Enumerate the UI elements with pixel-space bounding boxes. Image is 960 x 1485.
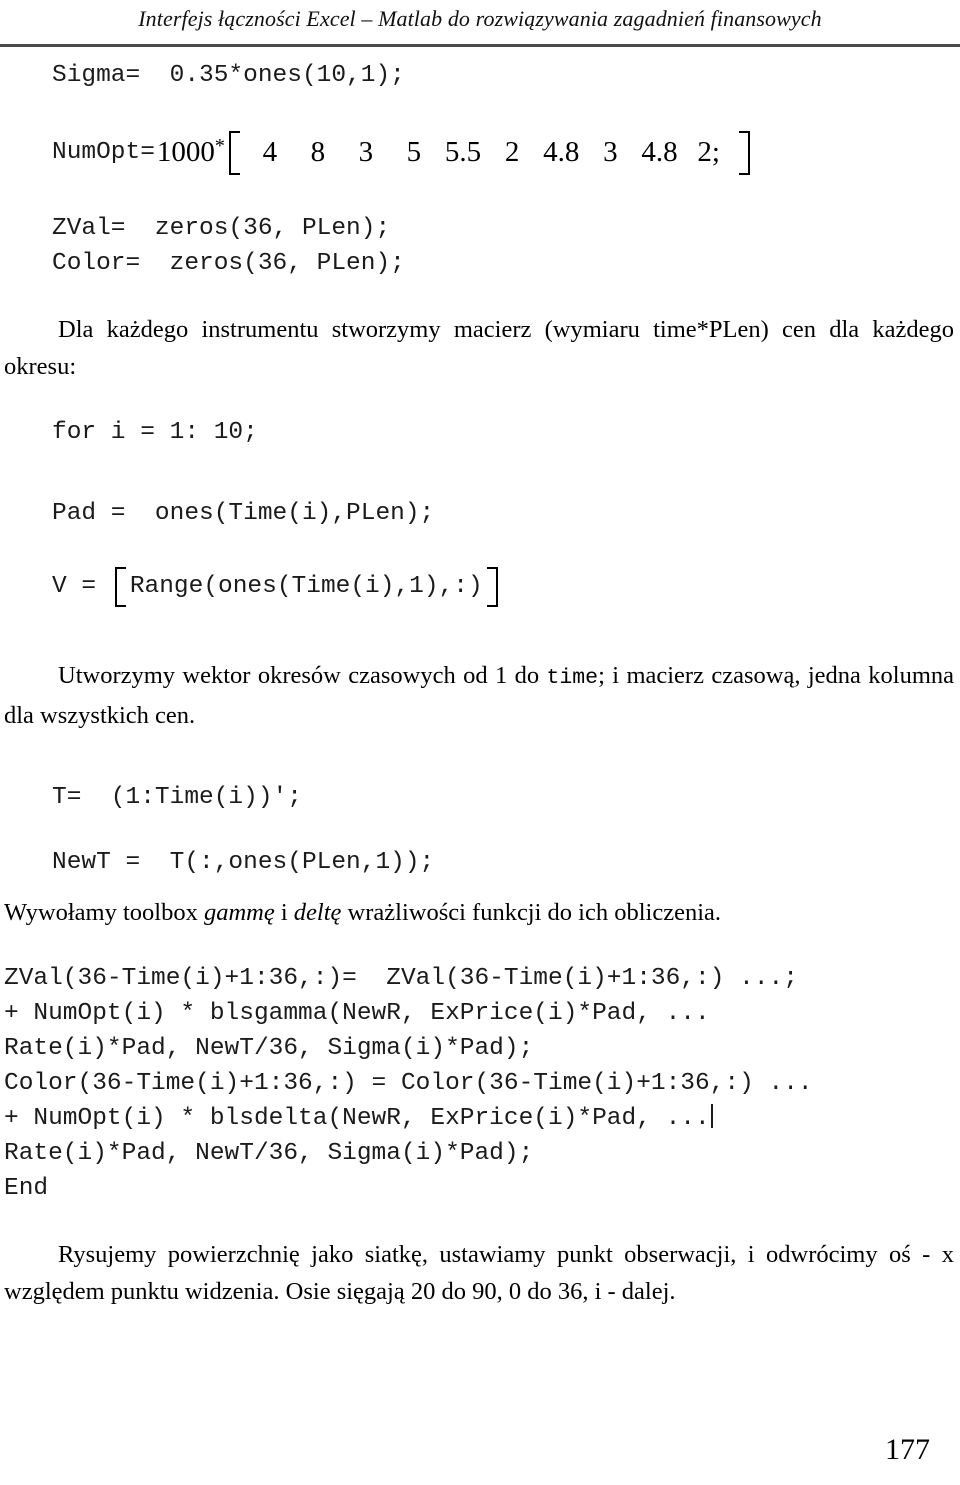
emphasis-delta: deltę: [293, 899, 342, 926]
document-page: Interfejs łączności Excel – Matlab do ro…: [0, 0, 960, 1485]
v-label: V =: [52, 572, 111, 600]
matrix-cell: 3: [603, 135, 618, 168]
emphasis-gamma: gammę: [203, 899, 275, 926]
running-header: Interfejs łączności Excel – Matlab do ro…: [0, 6, 960, 32]
matrix-cell: 4.8: [641, 135, 678, 168]
code-line-numopt: NumOpt= 1000 * 4 8 3 5 5.5 2 4.8 3 4.8 2…: [52, 123, 960, 181]
bracket-right-icon: [486, 567, 498, 607]
paragraph-text-part: wrażliwości funkcji do ich obliczenia.: [341, 899, 722, 926]
header-title: Interfejs łączności Excel – Matlab do ro…: [138, 6, 822, 31]
code-line-color-zeros: Color= zeros(36, PLen);: [52, 250, 405, 277]
paragraph-text-part: Utworzymy wektor okresów czasowych od 1 …: [58, 662, 547, 689]
code-line-t-transpose: T= (1:Time(i))';: [52, 784, 302, 811]
code-text: + NumOpt(i) * blsdelta(NewR, ExPrice(i)*…: [4, 1105, 710, 1132]
code-line-newt: NewT = T(:,ones(PLen,1));: [52, 849, 435, 876]
matrix-cell: 2: [504, 135, 520, 168]
numopt-multiply-symbol: *: [214, 134, 225, 157]
code-line-sigma: Sigma= 0.35*ones(10,1);: [52, 62, 405, 89]
paragraph-rysujemy-powierzchnie: Rysujemy powierzchnię jako siatkę, ustaw…: [4, 1241, 954, 1305]
matrix-cell: 8: [310, 135, 326, 168]
paragraph-utworzymy-wektor: Utworzymy wektor okresów czasowych od 1 …: [0, 657, 960, 734]
bracket-right-icon: [738, 131, 750, 175]
bracket-left-icon: [228, 131, 240, 175]
numopt-scalar: 1000: [156, 135, 215, 168]
matrix-cell: 2;: [697, 135, 720, 168]
code-line-blsdelta: + NumOpt(i) * blsdelta(NewR, ExPrice(i)*…: [4, 1101, 960, 1136]
page-number: 177: [885, 1433, 930, 1466]
matrix-cell: 4: [262, 135, 278, 168]
header-divider: [0, 44, 960, 47]
paragraph-text-part: i: [274, 899, 294, 926]
paragraph-dla-kazdego: Dla każdego instrumentu stworzymy macier…: [4, 316, 954, 380]
numopt-values: 4 8 3 5 5.5 2 4.8 3 4.8 2;: [240, 136, 739, 169]
code-line-color-assign: Color(36-Time(i)+1:36,:) = Color(36-Time…: [4, 1070, 813, 1097]
code-line-v-range: V = Range(ones(Time(i),1),:): [52, 561, 960, 611]
code-line-pad: Pad = ones(Time(i),PLen);: [52, 500, 435, 527]
matrix-cell: 5: [406, 135, 422, 168]
page-content: Sigma= 0.35*ones(10,1); NumOpt= 1000 * 4…: [0, 58, 960, 1310]
code-line-zval-assign: ZVal(36-Time(i)+1:36,:)= ZVal(36-Time(i)…: [4, 965, 798, 992]
paragraph-text-part: Wywołamy toolbox: [4, 899, 204, 926]
code-line-blsgamma: + NumOpt(i) * blsgamma(NewR, ExPrice(i)*…: [4, 1000, 710, 1027]
v-expression: Range(ones(Time(i),1),:): [129, 572, 483, 600]
bracket-left-icon: [114, 567, 126, 607]
inline-code-time: time: [546, 666, 599, 690]
numopt-label: NumOpt=: [52, 138, 155, 166]
text-cursor-icon: [710, 1104, 713, 1128]
code-line-zval-zeros: ZVal= zeros(36, PLen);: [52, 215, 391, 242]
matrix-cell: 5.5: [444, 135, 482, 168]
code-line-rate-gamma: Rate(i)*Pad, NewT/36, Sigma(i)*Pad);: [4, 1035, 534, 1062]
paragraph-wywolamy-toolbox: Wywołamy toolbox gammę i deltę wrażliwoś…: [0, 894, 960, 931]
matrix-cell: 3: [358, 135, 374, 168]
code-line-end: End: [4, 1175, 49, 1202]
code-line-for-loop: for i = 1: 10;: [52, 419, 258, 446]
code-line-rate-delta: Rate(i)*Pad, NewT/36, Sigma(i)*Pad);: [4, 1140, 534, 1167]
matrix-cell: 4.8: [543, 135, 580, 168]
